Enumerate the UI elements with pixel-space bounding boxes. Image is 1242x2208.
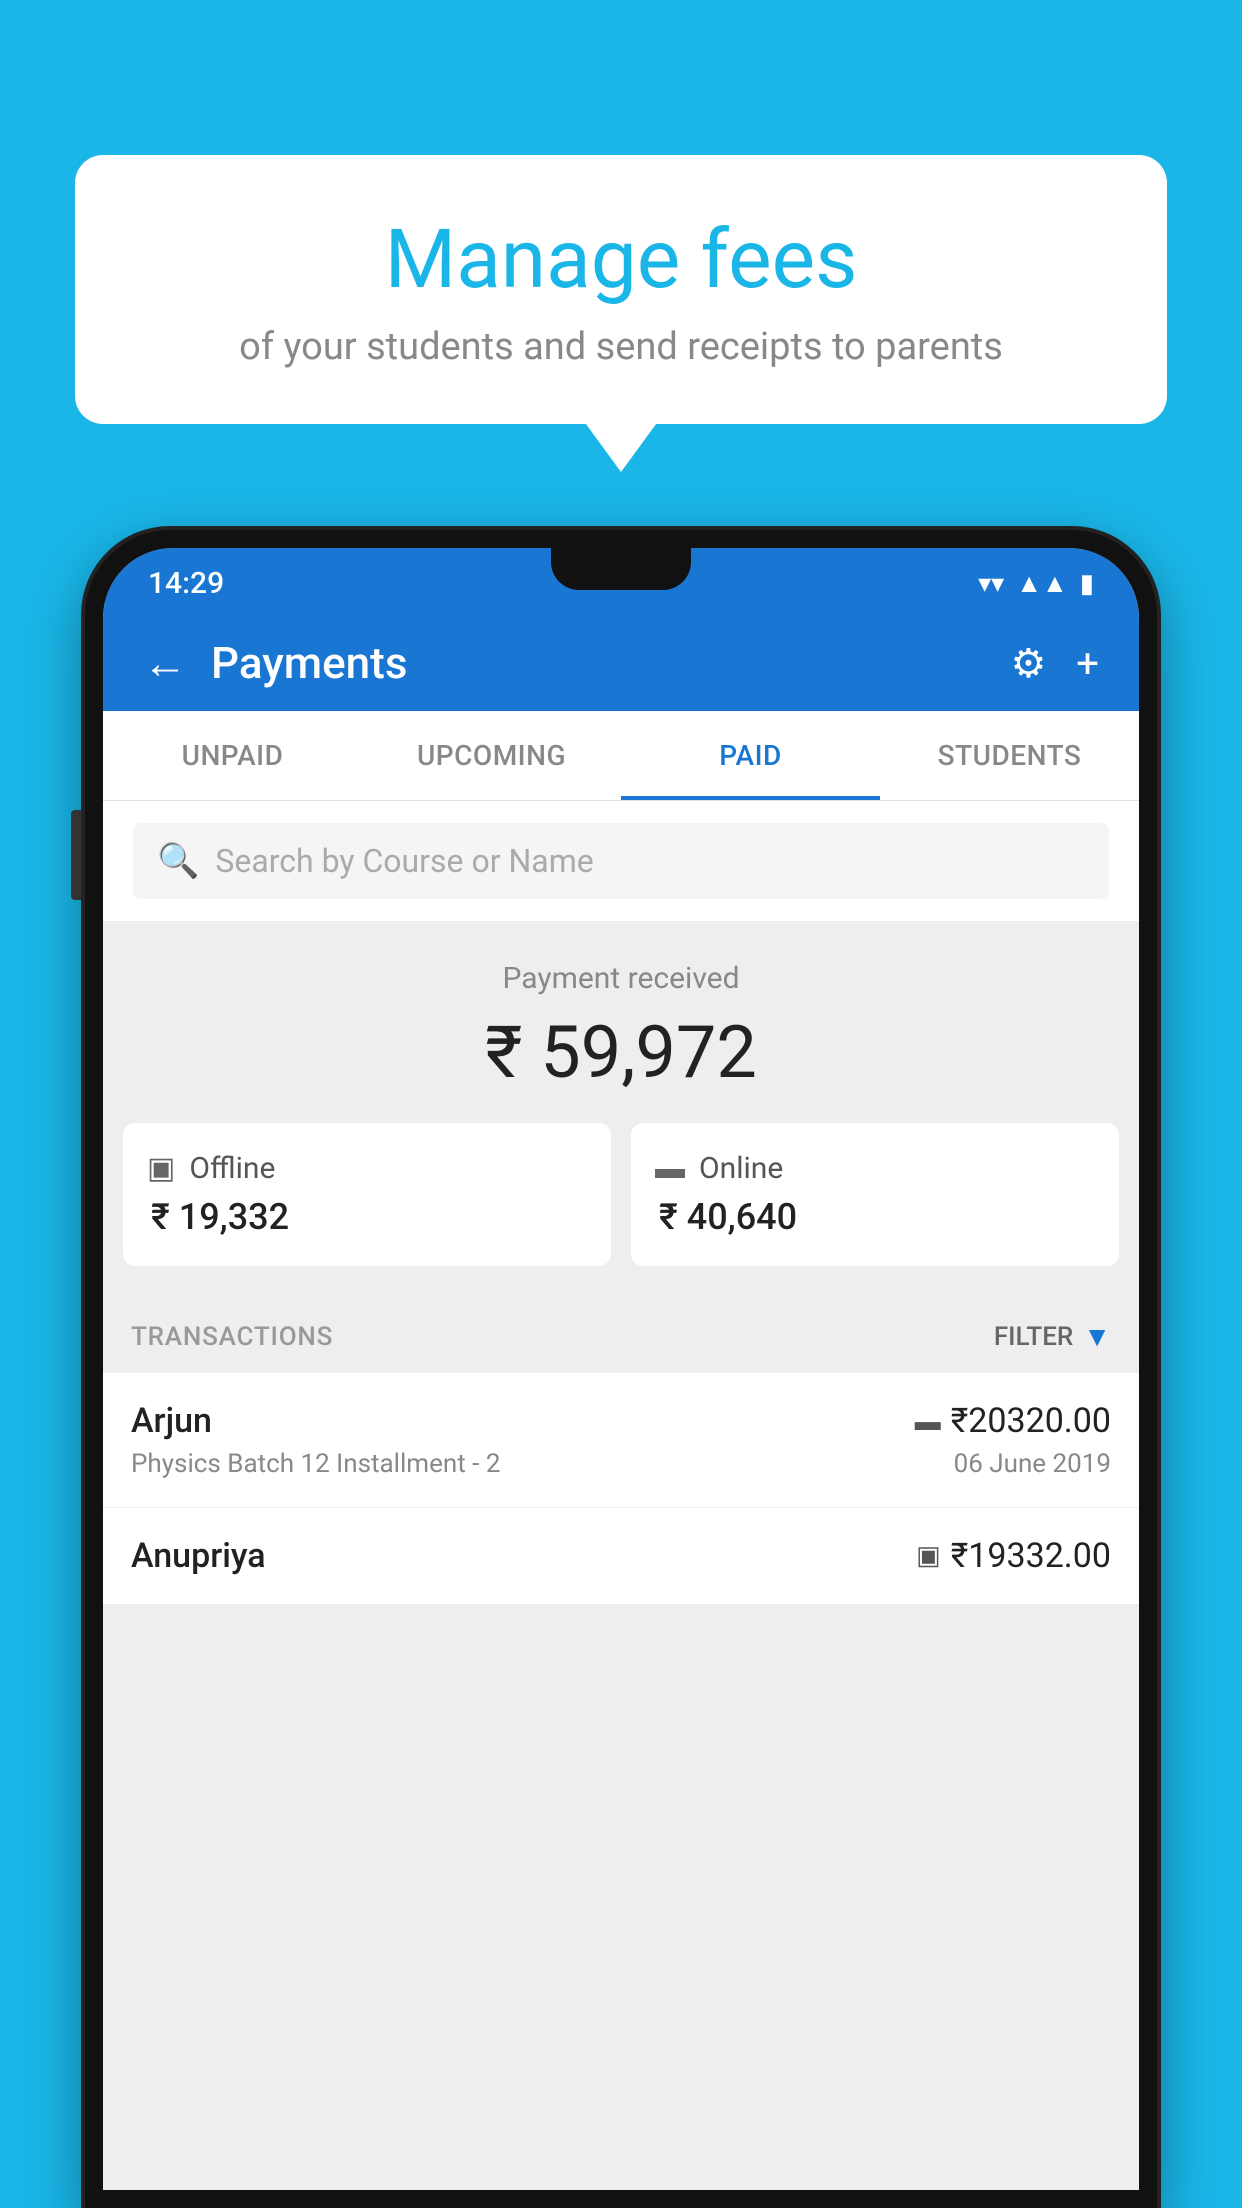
transaction-sub-row-1: Physics Batch 12 Installment - 2 06 June…	[131, 1449, 1111, 1479]
filter-icon: ▼	[1083, 1320, 1111, 1353]
bubble-subtitle: of your students and send receipts to pa…	[125, 325, 1117, 369]
tab-students[interactable]: STUDENTS	[880, 711, 1139, 800]
transaction-amount-wrap-2: ▣ ₹19332.00	[916, 1536, 1111, 1576]
online-amount: ₹ 40,640	[659, 1196, 1095, 1238]
tab-unpaid[interactable]: UNPAID	[103, 711, 362, 800]
transactions-header: TRANSACTIONS FILTER ▼	[103, 1296, 1139, 1373]
offline-card-header: ▣ Offline	[147, 1151, 587, 1186]
bubble-title: Manage fees	[125, 215, 1117, 305]
search-placeholder: Search by Course or Name	[215, 842, 593, 880]
transaction-amount-2: ₹19332.00	[951, 1536, 1111, 1576]
tab-paid[interactable]: PAID	[621, 711, 880, 800]
offline-label: Offline	[189, 1151, 275, 1186]
status-icons: ▾▾ ▲▲ ▮	[978, 568, 1094, 599]
filter-button[interactable]: FILTER ▼	[994, 1320, 1111, 1353]
phone-notch	[551, 548, 691, 590]
add-icon[interactable]: +	[1076, 640, 1099, 687]
offline-card: ▣ Offline ₹ 19,332	[123, 1123, 611, 1266]
transaction-course-1: Physics Batch 12 Installment - 2	[131, 1449, 500, 1479]
online-card-header: ▬ Online	[655, 1151, 1095, 1186]
transactions-label: TRANSACTIONS	[131, 1322, 333, 1352]
transaction-item[interactable]: Arjun ▬ ₹20320.00 Physics Batch 12 Insta…	[103, 1373, 1139, 1508]
online-card: ▬ Online ₹ 40,640	[631, 1123, 1119, 1266]
transaction-name-1: Arjun	[131, 1401, 212, 1441]
back-button[interactable]: ←	[143, 637, 187, 689]
battery-icon: ▮	[1080, 569, 1094, 599]
phone-frame: 14:29 ▾▾ ▲▲ ▮ ← Payments ⚙ + UNPAID UPCO…	[85, 530, 1157, 2208]
offline-icon: ▣	[147, 1151, 175, 1186]
speech-bubble: Manage fees of your students and send re…	[75, 155, 1167, 424]
transaction-row-1: Arjun ▬ ₹20320.00	[131, 1401, 1111, 1441]
phone-screen: 14:29 ▾▾ ▲▲ ▮ ← Payments ⚙ + UNPAID UPCO…	[103, 548, 1139, 2190]
content-area: 🔍 Search by Course or Name Payment recei…	[103, 801, 1139, 2190]
tab-upcoming[interactable]: UPCOMING	[362, 711, 621, 800]
search-icon: 🔍	[157, 841, 199, 881]
transaction-amount-wrap-1: ▬ ₹20320.00	[915, 1401, 1111, 1441]
payment-label: Payment received	[133, 961, 1109, 996]
app-bar: ← Payments ⚙ +	[103, 615, 1139, 711]
tabs: UNPAID UPCOMING PAID STUDENTS	[103, 711, 1139, 801]
payment-amount: ₹ 59,972	[133, 1010, 1109, 1095]
payment-cards: ▣ Offline ₹ 19,332 ▬ Online ₹ 40,640	[103, 1123, 1139, 1296]
online-icon: ▬	[655, 1151, 685, 1186]
transaction-date-1: 06 June 2019	[954, 1449, 1111, 1479]
search-bar: 🔍 Search by Course or Name	[103, 801, 1139, 921]
offline-amount: ₹ 19,332	[151, 1196, 587, 1238]
filter-label: FILTER	[994, 1322, 1073, 1352]
wifi-icon: ▾▾	[978, 569, 1004, 599]
online-payment-icon-1: ▬	[915, 1406, 941, 1437]
transaction-item-2[interactable]: Anupriya ▣ ₹19332.00	[103, 1508, 1139, 1605]
offline-payment-icon-2: ▣	[916, 1541, 941, 1571]
search-inner[interactable]: 🔍 Search by Course or Name	[133, 823, 1109, 899]
status-time: 14:29	[148, 566, 224, 601]
payment-summary: Payment received ₹ 59,972	[103, 921, 1139, 1123]
settings-icon[interactable]: ⚙	[1010, 640, 1046, 687]
transaction-amount-1: ₹20320.00	[951, 1401, 1111, 1441]
transaction-name-2: Anupriya	[131, 1536, 266, 1576]
app-bar-actions: ⚙ +	[1010, 640, 1099, 687]
signal-icon: ▲▲	[1016, 568, 1067, 599]
page-title: Payments	[211, 637, 1010, 689]
transaction-row-2: Anupriya ▣ ₹19332.00	[131, 1536, 1111, 1576]
online-label: Online	[699, 1151, 783, 1186]
